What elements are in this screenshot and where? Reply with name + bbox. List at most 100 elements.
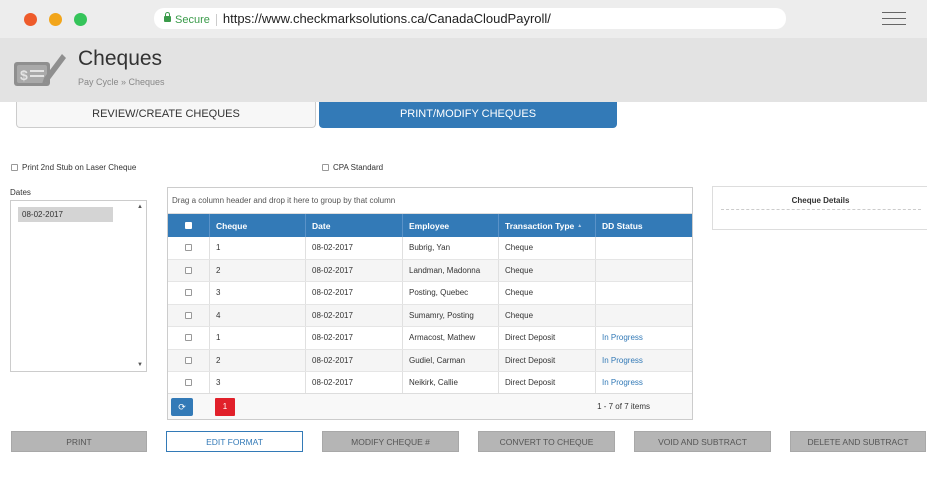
scroll-down-icon[interactable]: ▼ <box>137 362 143 368</box>
sort-arrow-icon: ▲ <box>577 222 583 229</box>
close-window-button[interactable] <box>24 13 37 26</box>
transaction-type-cell: Direct Deposit <box>499 349 596 371</box>
dd-status-cell <box>596 305 692 327</box>
cheque-details-panel: Cheque Details <box>712 186 927 230</box>
print-second-stub-option[interactable]: Print 2nd Stub on Laser Cheque <box>11 163 136 172</box>
scroll-up-icon[interactable]: ▲ <box>137 204 143 210</box>
cheque-cell: 3 <box>210 372 306 394</box>
lock-icon <box>164 12 171 22</box>
column-header-dd-status[interactable]: DD Status <box>596 214 692 237</box>
column-header-cheque[interactable]: Cheque <box>210 214 306 237</box>
browser-chrome: Secure https://www.checkmarksolutions.ca/… <box>0 0 927 38</box>
void-and-subtract-button[interactable]: VOID AND SUBTRACT <box>634 431 771 452</box>
print-second-stub-checkbox[interactable] <box>11 164 18 171</box>
secure-label: Secure <box>175 14 210 26</box>
row-checkbox[interactable] <box>185 244 192 252</box>
employee-cell: Armacost, Mathew <box>403 327 499 349</box>
tab-review-create-cheques[interactable]: REVIEW/CREATE CHEQUES <box>16 102 316 128</box>
transaction-type-cell: Cheque <box>499 304 596 326</box>
hamburger-menu-icon[interactable] <box>882 12 906 26</box>
grid-header: Cheque Date Employee Transaction Type ▲ D… <box>168 214 692 237</box>
dates-list-item[interactable]: 08-02-2017 <box>18 207 113 222</box>
cpa-standard-option[interactable]: CPA Standard <box>322 163 383 172</box>
cheques-grid: Drag a column header and drop it here to… <box>167 187 693 420</box>
cheque-icon: $ <box>14 54 66 86</box>
column-header-employee[interactable]: Employee <box>403 214 499 237</box>
dd-status-cell <box>596 282 692 304</box>
print-button[interactable]: PRINT <box>11 431 147 452</box>
date-cell: 08-02-2017 <box>306 282 403 304</box>
employee-cell: Neikirk, Callie <box>403 372 499 394</box>
page-title: Cheques <box>78 47 163 70</box>
date-cell: 08-02-2017 <box>306 304 403 326</box>
row-checkbox[interactable] <box>185 289 192 297</box>
page-number-button[interactable]: 1 <box>215 398 235 416</box>
details-divider <box>721 209 921 210</box>
cheque-cell: 2 <box>210 259 306 281</box>
cheque-cell: 1 <box>210 237 306 259</box>
cheque-cell: 3 <box>210 282 306 304</box>
cheque-cell: 1 <box>210 327 306 349</box>
table-row[interactable]: 3 08-02-2017 Neikirk, Callie Direct Depo… <box>168 372 692 395</box>
grid-pager: ⟳ 1 1 - 7 of 7 items <box>168 393 692 419</box>
table-row[interactable]: 4 08-02-2017 Sumamry, Posting Cheque <box>168 304 692 327</box>
dd-status-cell <box>596 260 692 282</box>
cpa-standard-checkbox[interactable] <box>322 164 329 171</box>
cheque-details-title: Cheque Details <box>791 196 850 205</box>
group-drop-zone[interactable]: Drag a column header and drop it here to… <box>168 188 692 214</box>
date-cell: 08-02-2017 <box>306 349 403 371</box>
table-row[interactable]: 1 08-02-2017 Armacost, Mathew Direct Dep… <box>168 327 692 350</box>
modify-cheque-number-button[interactable]: MODIFY CHEQUE # <box>322 431 459 452</box>
transaction-type-cell: Cheque <box>499 259 596 281</box>
date-cell: 08-02-2017 <box>306 372 403 394</box>
transaction-type-label: Transaction Type <box>505 220 575 231</box>
transaction-type-cell: Direct Deposit <box>499 372 596 394</box>
row-checkbox[interactable] <box>185 379 192 387</box>
row-checkbox[interactable] <box>185 334 192 342</box>
address-bar[interactable]: Secure https://www.checkmarksolutions.ca/… <box>154 8 786 29</box>
date-cell: 08-02-2017 <box>306 327 403 349</box>
convert-to-cheque-button[interactable]: CONVERT TO CHEQUE <box>478 431 615 452</box>
tab-print-modify-cheques[interactable]: PRINT/MODIFY CHEQUES <box>319 102 617 128</box>
cheque-cell: 4 <box>210 304 306 326</box>
date-cell: 08-02-2017 <box>306 259 403 281</box>
transaction-type-cell: Cheque <box>499 282 596 304</box>
page-header: $ Cheques Pay Cycle » Cheques <box>0 38 927 102</box>
breadcrumb[interactable]: Pay Cycle » Cheques <box>78 77 165 87</box>
dd-status-link[interactable]: In Progress <box>596 350 692 372</box>
row-checkbox[interactable] <box>185 266 192 274</box>
dates-label: Dates <box>10 188 31 197</box>
dd-status-cell <box>596 237 692 259</box>
select-all-cell <box>168 214 210 237</box>
row-checkbox[interactable] <box>185 311 192 319</box>
column-header-transaction-type[interactable]: Transaction Type ▲ <box>499 214 596 237</box>
print-second-stub-label: Print 2nd Stub on Laser Cheque <box>22 163 137 172</box>
maximize-window-button[interactable] <box>74 13 87 26</box>
cheque-cell: 2 <box>210 349 306 371</box>
dd-status-link[interactable]: In Progress <box>596 372 692 394</box>
refresh-icon: ⟳ <box>178 402 186 412</box>
transaction-type-cell: Cheque <box>499 237 596 259</box>
url-separator <box>215 13 217 26</box>
table-row[interactable]: 1 08-02-2017 Bubrig, Yan Cheque <box>168 237 692 260</box>
dd-status-link[interactable]: In Progress <box>596 327 692 349</box>
items-count: 1 - 7 of 7 items <box>597 402 650 411</box>
select-all-checkbox[interactable] <box>185 222 192 229</box>
refresh-button[interactable]: ⟳ <box>171 398 193 416</box>
row-checkbox[interactable] <box>185 356 192 364</box>
column-header-date[interactable]: Date <box>306 214 403 237</box>
table-row[interactable]: 2 08-02-2017 Landman, Madonna Cheque <box>168 259 692 282</box>
transaction-type-cell: Direct Deposit <box>499 327 596 349</box>
delete-and-subtract-button[interactable]: DELETE AND SUBTRACT <box>790 431 926 452</box>
edit-format-button[interactable]: EDIT FORMAT <box>166 431 303 452</box>
employee-cell: Gudiel, Carman <box>403 349 499 371</box>
dates-list[interactable]: 08-02-2017 ▲ ▼ <box>10 200 147 372</box>
minimize-window-button[interactable] <box>49 13 62 26</box>
employee-cell: Posting, Quebec <box>403 282 499 304</box>
table-row[interactable]: 2 08-02-2017 Gudiel, Carman Direct Depos… <box>168 349 692 372</box>
date-cell: 08-02-2017 <box>306 237 403 259</box>
table-row[interactable]: 3 08-02-2017 Posting, Quebec Cheque <box>168 282 692 305</box>
employee-cell: Bubrig, Yan <box>403 237 499 259</box>
employee-cell: Landman, Madonna <box>403 259 499 281</box>
url-text: https://www.checkmarksolutions.ca/Canada… <box>222 11 551 26</box>
